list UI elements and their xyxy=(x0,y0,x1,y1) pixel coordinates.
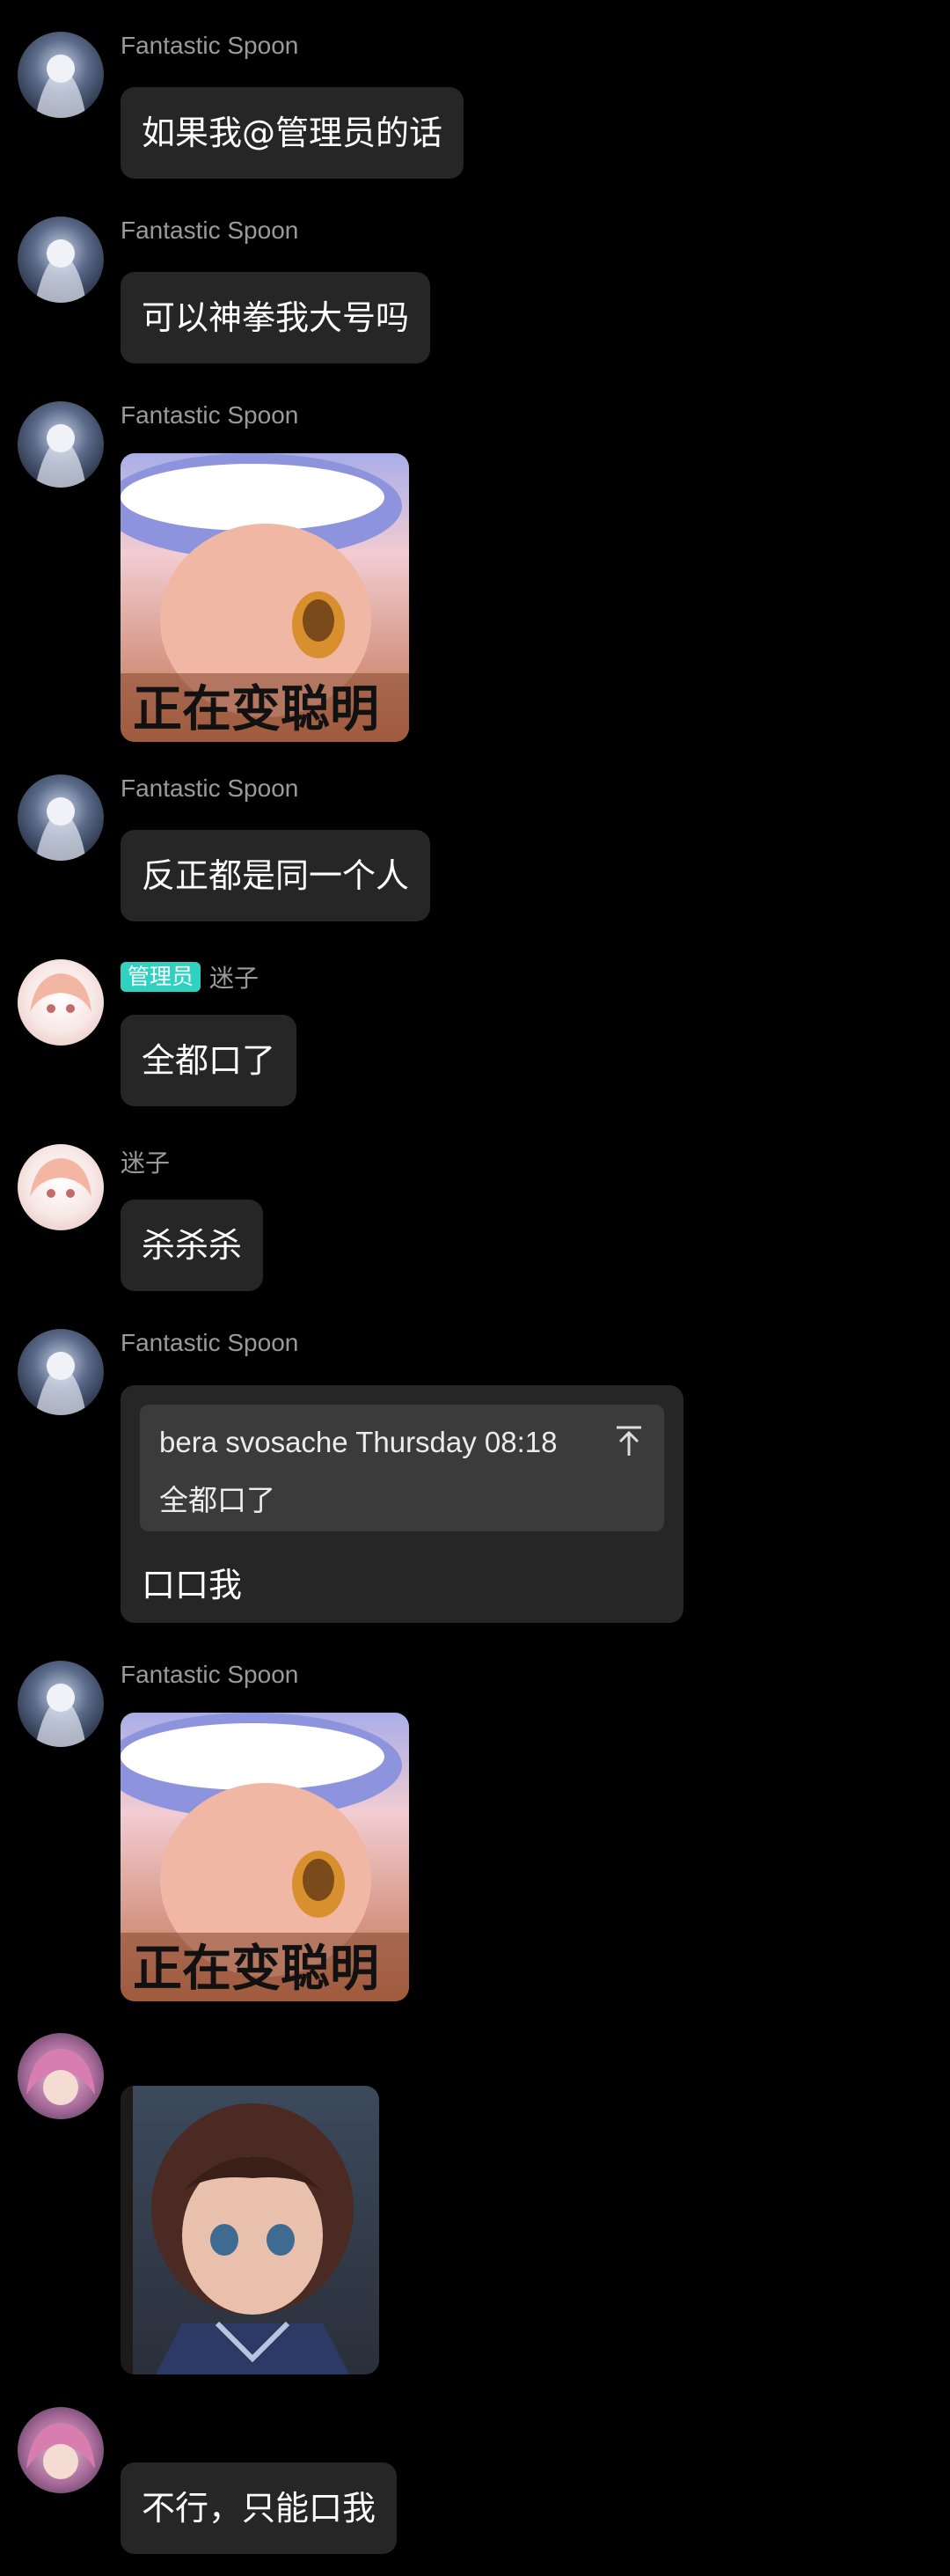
message-bubble[interactable]: 反正都是同一个人 xyxy=(121,830,431,921)
avatar-fantastic-spoon[interactable] xyxy=(18,1329,104,1415)
sender-name: Fantastic Spoon xyxy=(121,1329,299,1356)
sticker-image[interactable]: 正在变聪明 xyxy=(121,453,409,742)
avatar-fantastic-spoon[interactable] xyxy=(18,217,104,303)
sender-name: Fantastic Spoon xyxy=(121,774,299,802)
jump-to-top-icon[interactable] xyxy=(613,1424,645,1459)
avatar-fantastic-spoon[interactable] xyxy=(18,774,104,861)
anime-girl-photo[interactable] xyxy=(121,2086,379,2374)
message-bubble[interactable]: 不行，只能口我 xyxy=(121,2462,398,2554)
admin-badge: 管理员 xyxy=(121,962,201,992)
message-bubble[interactable]: 如果我@管理员的话 xyxy=(121,87,464,179)
sticker-caption: 正在变聪明 xyxy=(133,1941,379,1998)
message-bubble[interactable]: 可以神拳我大号吗 xyxy=(121,272,431,363)
sender-name: 迷子 xyxy=(121,1149,171,1177)
sticker-image[interactable]: 正在变聪明 xyxy=(121,1713,409,2001)
avatar-mizi[interactable] xyxy=(18,1144,104,1230)
quoted-message[interactable]: bera svosache Thursday 08:18 全都口了 xyxy=(140,1405,664,1531)
reply-message-bubble[interactable]: bera svosache Thursday 08:18 全都口了 口口我 xyxy=(121,1385,683,1623)
avatar-pink-hair-user[interactable] xyxy=(18,2407,104,2493)
sticker-caption: 正在变聪明 xyxy=(133,681,379,738)
reply-text: 口口我 xyxy=(142,1566,243,1604)
avatar-fantastic-spoon[interactable] xyxy=(18,32,104,118)
avatar-fantastic-spoon[interactable] xyxy=(18,1661,104,1747)
quoted-header: bera svosache Thursday 08:18 xyxy=(159,1426,558,1458)
avatar-fantastic-spoon[interactable] xyxy=(18,401,104,488)
sender-name: Fantastic Spoon xyxy=(121,401,299,429)
sender-name: 管理员 迷子 xyxy=(121,959,259,994)
quoted-text: 全都口了 xyxy=(159,1483,275,1517)
sender-name: Fantastic Spoon xyxy=(121,32,299,59)
sender-name: Fantastic Spoon xyxy=(121,1661,299,1688)
sender-name: Fantastic Spoon xyxy=(121,217,299,244)
message-bubble[interactable]: 全都口了 xyxy=(121,1015,297,1106)
message-bubble[interactable]: 杀杀杀 xyxy=(121,1200,264,1291)
avatar-pink-hair-user[interactable] xyxy=(18,2033,104,2119)
avatar-mizi[interactable] xyxy=(18,959,104,1046)
